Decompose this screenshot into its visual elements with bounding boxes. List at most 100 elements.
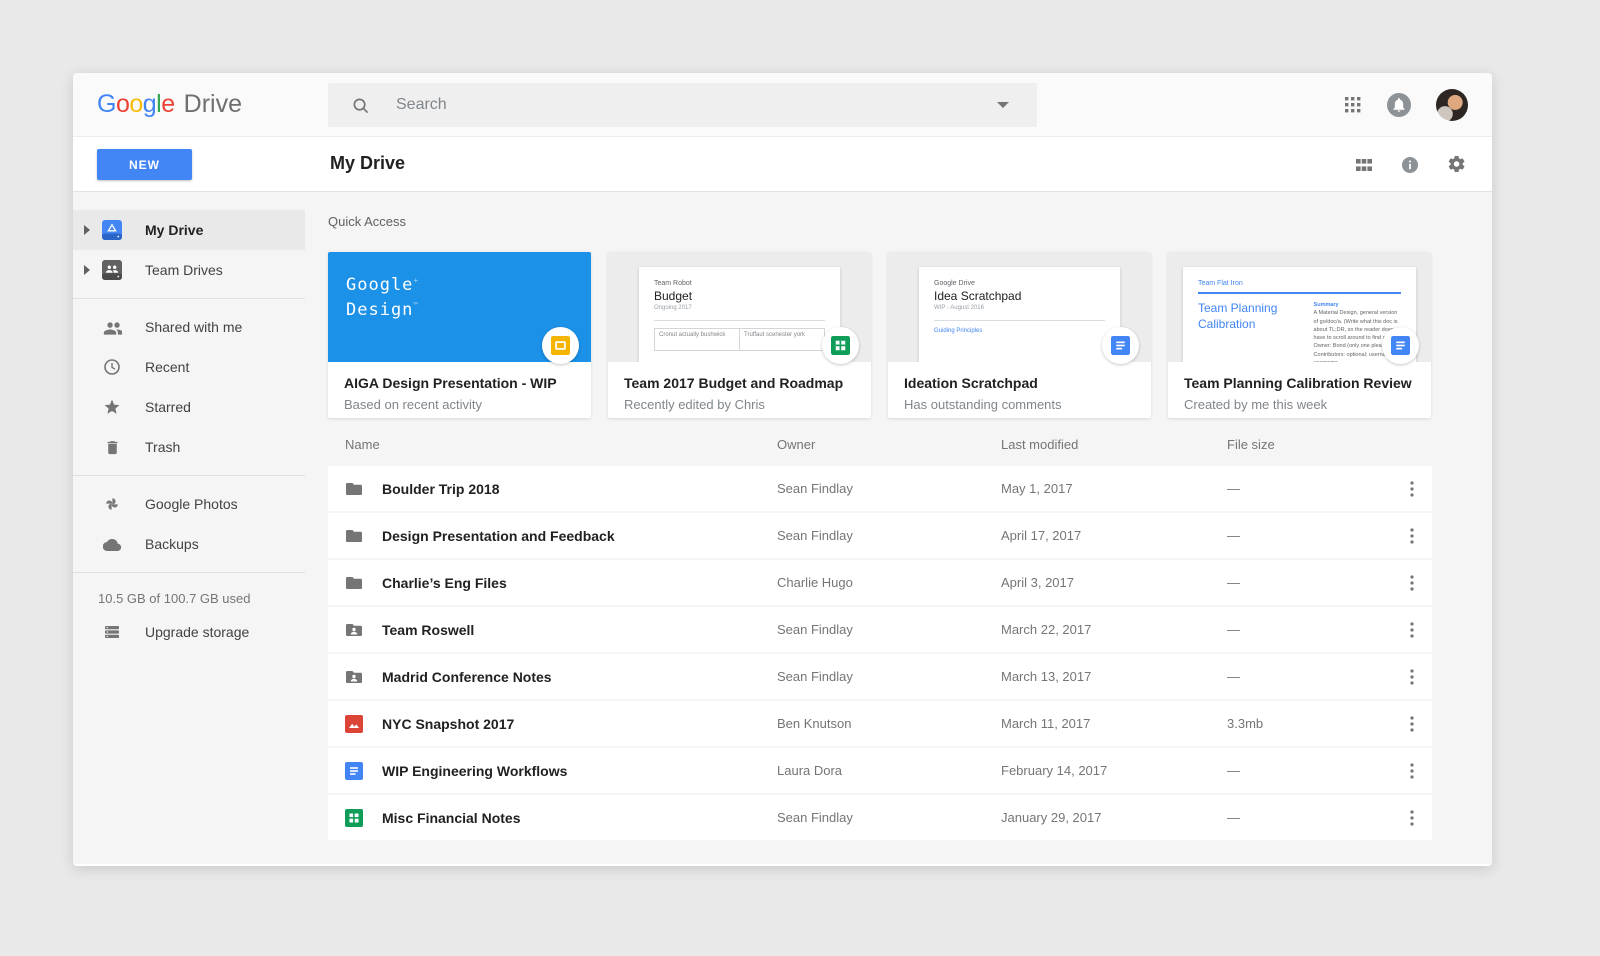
quick-access-card[interactable]: Google+ Design™ AIGA Design Presentation… (328, 252, 591, 418)
row-menu-button[interactable] (1392, 621, 1432, 638)
file-owner: Charlie Hugo (777, 575, 853, 590)
shared-folder-icon (345, 621, 363, 639)
file-name: Misc Financial Notes (382, 809, 521, 826)
sidebar-item-shared-with-me[interactable]: Shared with me (73, 307, 305, 347)
sidebar-item-starred[interactable]: Starred (73, 387, 305, 427)
file-table: Name Owner Last modified File size Bould… (328, 422, 1432, 840)
google-drive-logo[interactable]: Google Drive (97, 90, 242, 119)
sidebar-item-backups[interactable]: Backups (73, 524, 305, 564)
search-input[interactable] (396, 96, 997, 114)
table-header: Name Owner Last modified File size (328, 422, 1432, 466)
sidebar-item-trash[interactable]: Trash (73, 427, 305, 467)
file-type-badge (1102, 327, 1139, 364)
card-title: Ideation Scratchpad (904, 375, 1038, 391)
table-row[interactable]: Charlie’s Eng Files Charlie Hugo April 3… (328, 560, 1432, 605)
quick-access-card[interactable]: Team Robot Budget Ongoing 2017 Cronut ac… (608, 252, 871, 418)
slides-icon (551, 336, 570, 355)
file-size: — (1227, 481, 1240, 496)
apps-grid-button[interactable] (1344, 96, 1362, 114)
sidebar-item-recent[interactable]: Recent (73, 347, 305, 387)
grid-view-button[interactable] (1355, 156, 1373, 174)
row-menu-button[interactable] (1392, 762, 1432, 779)
file-name: Madrid Conference Notes (382, 668, 552, 685)
file-modified: April 3, 2017 (1001, 575, 1074, 590)
quick-access-card[interactable]: Google Drive Idea Scratchpad WIP - Augus… (888, 252, 1151, 418)
file-name: Charlie’s Eng Files (382, 574, 507, 591)
sidebar-item-upgrade-storage[interactable]: Upgrade storage (73, 612, 305, 652)
sidebar-item-team-drives[interactable]: Team Drives (73, 250, 305, 290)
table-row[interactable]: Team Roswell Sean Findlay March 22, 2017… (328, 607, 1432, 652)
card-subtitle: Has outstanding comments (904, 397, 1062, 412)
docs-icon (1111, 336, 1130, 355)
table-row[interactable]: WIP Engineering Workflows Laura Dora Feb… (328, 748, 1432, 793)
column-header-name[interactable]: Name (328, 437, 777, 452)
user-avatar[interactable] (1436, 89, 1468, 121)
table-row[interactable]: Boulder Trip 2018 Sean Findlay May 1, 20… (328, 466, 1432, 511)
cloud-icon (100, 535, 124, 554)
document-thumbnail: Team Robot Budget Ongoing 2017 Cronut ac… (639, 267, 840, 362)
file-type-badge (1382, 327, 1419, 364)
sidebar-item-label: Google Photos (145, 496, 238, 512)
search-options-caret-icon[interactable] (997, 102, 1009, 108)
apps-grid-icon (1345, 97, 1361, 113)
details-button[interactable] (1401, 156, 1419, 174)
file-owner: Sean Findlay (777, 669, 853, 684)
logo-letter: e (161, 90, 175, 118)
divider (73, 298, 305, 299)
row-menu-button[interactable] (1392, 715, 1432, 732)
expand-arrow-icon[interactable] (84, 225, 100, 235)
page-title: My Drive (330, 153, 406, 173)
sidebar-item-google-photos[interactable]: Google Photos (73, 484, 305, 524)
table-row[interactable]: Madrid Conference Notes Sean Findlay Mar… (328, 654, 1432, 699)
logo-letter: o (129, 90, 143, 118)
folder-icon (346, 529, 362, 542)
column-header-size[interactable]: File size (1227, 437, 1392, 452)
file-size: — (1227, 528, 1240, 543)
search-bar[interactable] (328, 83, 1037, 127)
clock-icon (100, 358, 124, 376)
column-header-owner[interactable]: Owner (777, 437, 1001, 452)
file-modified: March 13, 2017 (1001, 669, 1092, 684)
gear-icon (1448, 156, 1465, 172)
kebab-menu-icon (1410, 668, 1414, 685)
team-drives-icon (100, 260, 124, 280)
notifications-button[interactable] (1387, 93, 1411, 117)
table-row[interactable]: NYC Snapshot 2017 Ben Knutson March 11, … (328, 701, 1432, 746)
file-modified: February 14, 2017 (1001, 763, 1108, 778)
sidebar-item-my-drive[interactable]: My Drive (73, 210, 305, 250)
my-drive-icon (100, 220, 124, 240)
row-menu-button[interactable] (1392, 668, 1432, 685)
row-menu-button[interactable] (1392, 480, 1432, 497)
file-owner: Laura Dora (777, 763, 843, 778)
table-row[interactable]: Misc Financial Notes Sean Findlay Januar… (328, 795, 1432, 840)
storage-usage-text: 10.5 GB of 100.7 GB used (98, 591, 251, 606)
file-owner: Sean Findlay (777, 810, 853, 825)
row-menu-button[interactable] (1392, 527, 1432, 544)
logo-letter: o (115, 90, 130, 118)
drive-window: Google Drive NEW My Drive (73, 73, 1492, 866)
document-thumbnail: Team Flat Iron Team Planning Calibration… (1183, 267, 1416, 362)
row-menu-button[interactable] (1392, 809, 1432, 826)
file-modified: April 17, 2017 (1001, 528, 1082, 543)
quick-access-card[interactable]: Team Flat Iron Team Planning Calibration… (1168, 252, 1431, 418)
kebab-menu-icon (1410, 480, 1414, 497)
folder-icon (346, 576, 362, 589)
sidebar-item-label: Shared with me (145, 319, 243, 335)
sidebar-item-label: Trash (145, 439, 181, 455)
column-header-modified[interactable]: Last modified (1001, 437, 1227, 452)
file-size: — (1227, 669, 1240, 684)
file-type-badge (542, 327, 579, 364)
settings-button[interactable] (1447, 155, 1466, 174)
sidebar-item-label: Backups (145, 536, 199, 552)
folder-icon (346, 482, 362, 495)
sidebar-item-label: Upgrade storage (145, 624, 250, 640)
file-owner: Sean Findlay (777, 622, 853, 637)
expand-arrow-icon[interactable] (84, 265, 100, 275)
row-menu-button[interactable] (1392, 574, 1432, 591)
file-name: WIP Engineering Workflows (382, 762, 568, 779)
sidebar-item-label: Recent (145, 359, 190, 375)
file-name: Design Presentation and Feedback (382, 527, 615, 544)
table-row[interactable]: Design Presentation and Feedback Sean Fi… (328, 513, 1432, 558)
file-owner: Ben Knutson (777, 716, 852, 731)
new-button[interactable]: NEW (97, 149, 192, 180)
